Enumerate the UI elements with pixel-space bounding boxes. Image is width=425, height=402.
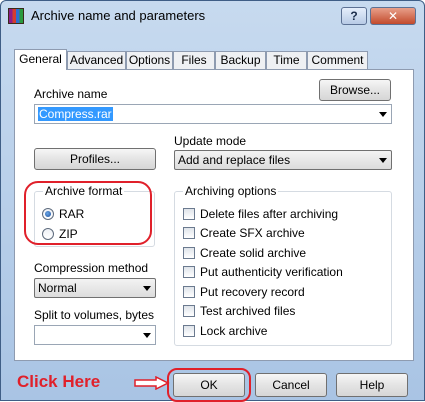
tab-comment[interactable]: Comment <box>307 51 368 69</box>
chevron-down-icon[interactable] <box>379 112 387 117</box>
chevron-down-icon[interactable] <box>143 333 151 338</box>
archive-format-label: Archive format <box>43 184 125 198</box>
compression-method-select[interactable]: Normal <box>34 278 156 298</box>
zip-label[interactable]: ZIP <box>59 227 78 241</box>
window-title: Archive name and parameters <box>31 8 206 23</box>
create-solid-checkbox[interactable] <box>183 247 195 259</box>
create-sfx-label[interactable]: Create SFX archive <box>200 226 305 240</box>
test-files-checkbox[interactable] <box>183 305 195 317</box>
update-mode-select[interactable]: Add and replace files <box>174 150 392 170</box>
click-here-annotation: Click Here <box>17 372 101 391</box>
authenticity-label[interactable]: Put authenticity verification <box>200 265 343 279</box>
rar-label[interactable]: RAR <box>59 207 84 221</box>
general-tab-panel: Archive name Browse... Compress.rar Upda… <box>14 69 414 361</box>
zip-radio[interactable] <box>42 228 54 240</box>
authenticity-checkbox[interactable] <box>183 266 195 278</box>
delete-files-checkbox[interactable] <box>183 208 195 220</box>
dialog-window: Archive name and parameters ? ✕ General … <box>0 0 425 402</box>
delete-files-label[interactable]: Delete files after archiving <box>200 207 338 221</box>
tab-files[interactable]: Files <box>173 51 215 69</box>
update-mode-value: Add and replace files <box>178 153 291 167</box>
create-sfx-checkbox[interactable] <box>183 227 195 239</box>
compression-method-label: Compression method <box>34 261 149 275</box>
tab-backup[interactable]: Backup <box>215 51 266 69</box>
archive-name-value: Compress.rar <box>38 107 113 121</box>
rar-radio[interactable] <box>42 208 54 220</box>
recovery-record-label[interactable]: Put recovery record <box>200 285 305 299</box>
browse-button[interactable]: Browse... <box>319 79 391 101</box>
title-bar: Archive name and parameters ? ✕ <box>1 1 424 31</box>
archiving-options-label: Archiving options <box>183 184 279 198</box>
test-files-label[interactable]: Test archived files <box>200 304 295 318</box>
archive-name-label: Archive name <box>34 87 108 101</box>
archiving-options-group: Archiving options Delete files after arc… <box>174 184 392 346</box>
help-button[interactable]: Help <box>336 373 408 397</box>
lock-archive-checkbox[interactable] <box>183 325 195 337</box>
archive-format-group: Archive format RAR ZIP <box>34 184 155 247</box>
split-volumes-field[interactable] <box>34 325 156 345</box>
winrar-icon <box>8 8 24 24</box>
title-help-button[interactable]: ? <box>341 7 367 25</box>
create-solid-label[interactable]: Create solid archive <box>200 246 306 260</box>
archive-name-field[interactable]: Compress.rar <box>34 104 392 124</box>
profiles-button[interactable]: Profiles... <box>34 148 156 170</box>
close-button[interactable]: ✕ <box>370 7 416 25</box>
cancel-button[interactable]: Cancel <box>255 373 327 397</box>
close-icon: ✕ <box>387 9 399 23</box>
arrow-right-icon <box>134 376 170 390</box>
tab-options[interactable]: Options <box>126 51 173 69</box>
chevron-down-icon <box>143 286 151 291</box>
lock-archive-label[interactable]: Lock archive <box>200 324 267 338</box>
split-volumes-label: Split to volumes, bytes <box>34 308 155 322</box>
ok-button[interactable]: OK <box>173 373 245 397</box>
chevron-down-icon <box>379 158 387 163</box>
tab-general[interactable]: General <box>14 49 67 70</box>
compression-method-value: Normal <box>38 281 77 295</box>
tab-time[interactable]: Time <box>266 51 307 69</box>
recovery-record-checkbox[interactable] <box>183 286 195 298</box>
update-mode-label: Update mode <box>174 134 247 148</box>
tab-advanced[interactable]: Advanced <box>67 51 126 69</box>
